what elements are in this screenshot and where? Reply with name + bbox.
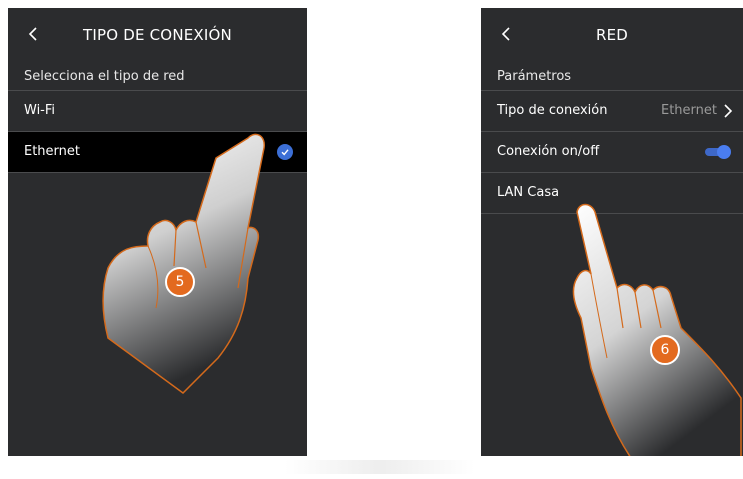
step-badge: 6 [650,335,680,365]
top-bar: TIPO DE CONEXIÓN [8,8,307,63]
chevron-right-icon [724,104,733,118]
toggle-knob [717,145,731,159]
page-title: RED [595,26,629,44]
connection-toggle-switch[interactable] [703,145,731,159]
option-ethernet[interactable]: Ethernet [8,131,307,173]
row-label: LAN Casa [497,185,560,200]
page-title: TIPO DE CONEXIÓN [83,26,232,44]
top-bar: RED [481,8,743,63]
row-connection-type[interactable]: Tipo de conexión Ethernet [481,90,743,131]
row-connection-toggle: Conexión on/off [481,131,743,172]
check-icon [277,144,293,160]
network-parameters-list: Tipo de conexión Ethernet Conexión on/of… [481,90,743,214]
section-label: Parámetros [497,69,572,84]
network-type-list: Wi-Fi Ethernet [8,90,307,173]
pointing-hand-icon [572,203,742,456]
section-label: Selecciona el tipo de red [24,69,185,84]
right-device-screen: RED Parámetros Tipo de conexión Ethernet… [481,8,743,456]
option-label: Ethernet [24,144,80,159]
row-lan-casa[interactable]: LAN Casa [481,172,743,214]
back-button[interactable] [22,22,46,46]
row-label: Tipo de conexión [497,103,608,118]
option-label: Wi-Fi [24,103,56,118]
connection-type-value: Ethernet [661,103,717,118]
row-label: Conexión on/off [497,144,600,159]
step-badge: 5 [165,267,195,297]
back-chevron-icon [28,27,37,41]
left-device-screen: TIPO DE CONEXIÓN Selecciona el tipo de r… [8,8,307,456]
option-wifi[interactable]: Wi-Fi [8,90,307,131]
floor-shadow [285,460,475,474]
